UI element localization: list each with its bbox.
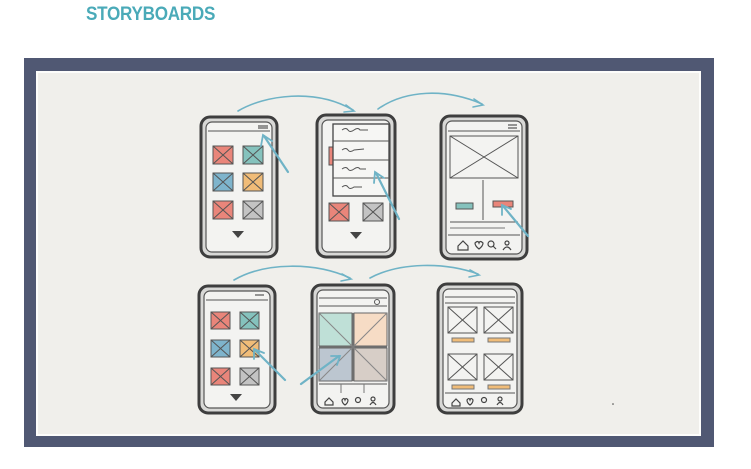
phone-screen-gallery-tiles	[310, 283, 396, 415]
phone-screen-home-grid-2	[197, 284, 277, 415]
dropdown-menu	[332, 123, 390, 197]
phone-screen-gallery-list	[436, 282, 524, 415]
flow-arrow	[237, 95, 354, 112]
storyboard-sketch	[197, 92, 614, 415]
phone-screen-detail	[439, 114, 529, 261]
